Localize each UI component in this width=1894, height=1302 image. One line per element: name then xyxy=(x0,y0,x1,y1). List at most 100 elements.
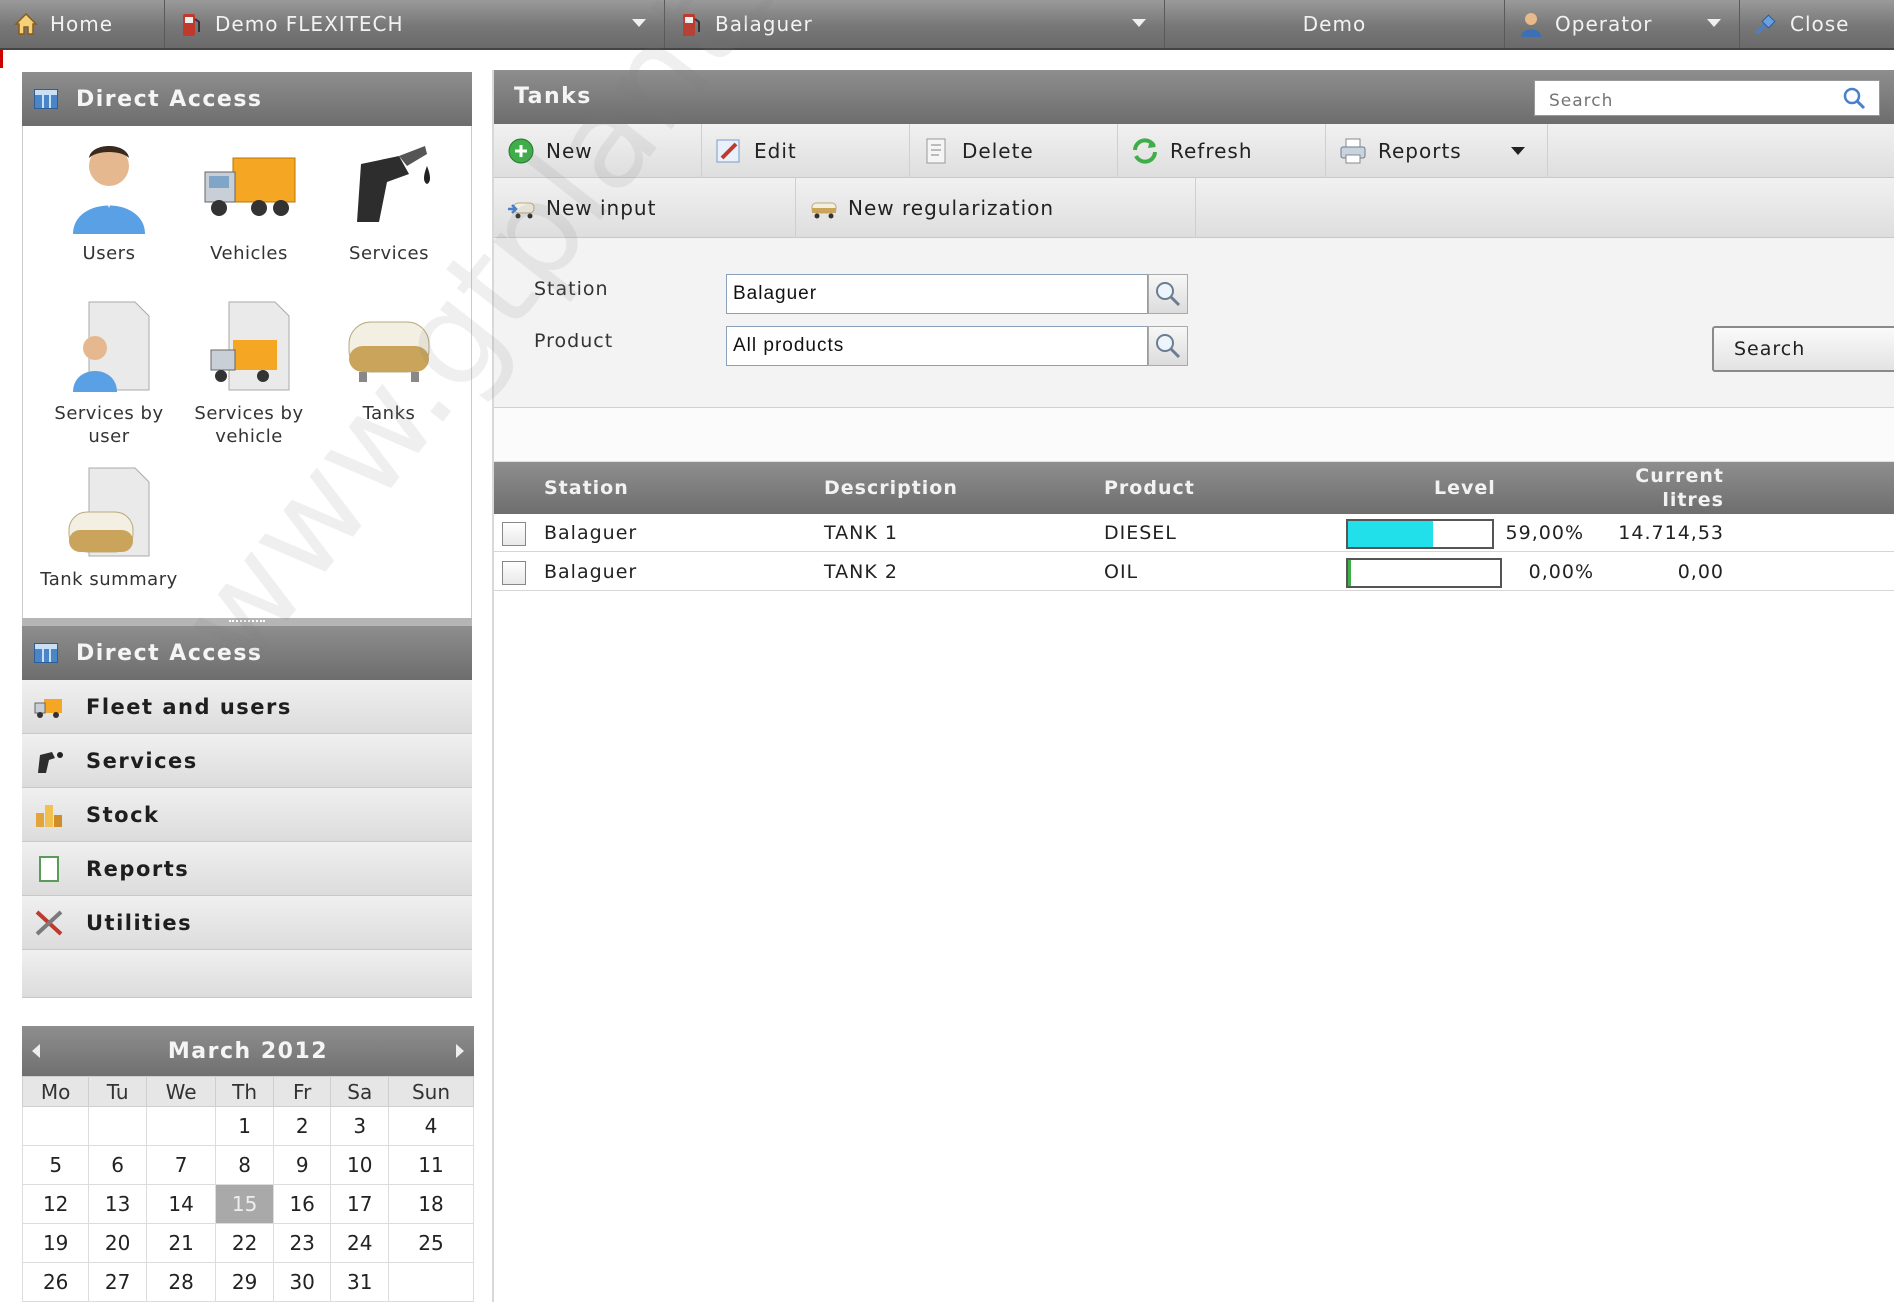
calendar-day[interactable]: 25 xyxy=(388,1223,474,1263)
menu-label: Fleet and users xyxy=(86,694,292,719)
calendar-day[interactable]: 24 xyxy=(330,1223,389,1263)
page-title: Tanks xyxy=(514,84,592,109)
column-header-description[interactable]: Description xyxy=(824,462,958,514)
shortcut-vehicles[interactable]: Vehicles xyxy=(179,136,319,265)
row-checkbox[interactable] xyxy=(502,522,526,546)
product-filter-input[interactable] xyxy=(726,326,1148,366)
shortcut-tanks[interactable]: Tanks xyxy=(319,296,459,425)
calendar-day[interactable]: 26 xyxy=(21,1262,90,1302)
new-button[interactable]: New xyxy=(494,124,702,178)
calendar-day[interactable]: 18 xyxy=(388,1184,474,1224)
panel-resize-handle[interactable] xyxy=(22,618,472,626)
edit-button[interactable]: Edit xyxy=(702,124,910,178)
menu-services[interactable]: Services xyxy=(22,734,472,788)
calendar-day[interactable]: 30 xyxy=(272,1262,332,1302)
shortcut-users[interactable]: Users xyxy=(39,136,179,265)
calendar-day[interactable]: 22 xyxy=(215,1223,274,1263)
station-filter-input[interactable] xyxy=(726,274,1148,314)
calendar-week-row: 12 13 14 15 16 17 18 xyxy=(21,1184,474,1224)
fuel-nozzle-icon xyxy=(34,747,64,775)
search-button[interactable]: Search xyxy=(1712,326,1894,372)
tanks-header: Tanks xyxy=(494,70,1894,124)
role-selector[interactable]: Operator xyxy=(1505,0,1740,48)
previous-month-icon[interactable] xyxy=(32,1044,40,1058)
chevron-down-icon[interactable] xyxy=(632,19,646,27)
calendar-day[interactable]: 21 xyxy=(145,1223,217,1263)
grid-icon xyxy=(34,89,58,109)
calendar-day[interactable]: 14 xyxy=(145,1184,217,1224)
column-header-level[interactable]: Level xyxy=(1434,462,1496,514)
menu-reports[interactable]: Reports xyxy=(22,842,472,896)
shortcut-services-by-user[interactable]: Services by user xyxy=(39,296,179,448)
calendar-day[interactable]: 1 xyxy=(215,1106,274,1146)
fuel-pump-icon xyxy=(177,10,205,38)
column-header-station[interactable]: Station xyxy=(544,462,629,514)
next-month-icon[interactable] xyxy=(456,1044,464,1058)
menu-utilities[interactable]: Utilities xyxy=(22,896,472,950)
shortcut-tank-summary[interactable]: Tank summary xyxy=(39,462,179,591)
calendar-day[interactable]: 11 xyxy=(388,1145,474,1185)
calendar-day[interactable]: 29 xyxy=(215,1262,274,1302)
station-selector[interactable]: Balaguer xyxy=(665,0,1165,48)
reports-button[interactable]: Reports xyxy=(1326,124,1548,178)
company-selector[interactable]: Demo FLEXITECH xyxy=(165,0,665,48)
shortcut-services[interactable]: Services xyxy=(319,136,459,265)
calendar-day[interactable]: 7 xyxy=(145,1145,217,1185)
tanker-in-icon xyxy=(506,193,536,223)
row-checkbox[interactable] xyxy=(502,561,526,585)
chevron-down-icon[interactable] xyxy=(1132,19,1146,27)
search-icon[interactable] xyxy=(1842,86,1866,114)
delete-button[interactable]: Delete xyxy=(910,124,1118,178)
action-toolbar: New Edit Delete Refresh Reports xyxy=(494,124,1894,178)
calendar-header: March 2012 xyxy=(22,1026,474,1076)
calendar-day[interactable]: 19 xyxy=(21,1223,90,1263)
grid-icon xyxy=(34,643,58,663)
calendar-day[interactable]: 5 xyxy=(21,1145,90,1185)
close-button[interactable]: Close xyxy=(1740,0,1894,48)
new-regularization-button[interactable]: New regularization xyxy=(796,178,1196,238)
calendar-day[interactable]: 3 xyxy=(330,1106,389,1146)
chevron-down-icon[interactable] xyxy=(1511,147,1525,155)
calendar-day[interactable]: 9 xyxy=(272,1145,332,1185)
calendar-empty-cell xyxy=(88,1106,147,1146)
calendar-day-today[interactable]: 15 xyxy=(215,1184,274,1224)
top-navigation-bar: Home Demo FLEXITECH Balaguer Demo Operat… xyxy=(0,0,1894,50)
calendar-day[interactable]: 8 xyxy=(215,1145,274,1185)
direct-access-title: Direct Access xyxy=(76,86,263,112)
product-lookup-button[interactable] xyxy=(1148,326,1188,366)
column-header-current-litres[interactable]: Current litres xyxy=(1564,462,1724,514)
calendar-day[interactable]: 12 xyxy=(21,1184,90,1224)
calendar-day[interactable]: 13 xyxy=(88,1184,147,1224)
calendar-day[interactable]: 20 xyxy=(88,1223,147,1263)
shortcut-services-by-vehicle[interactable]: Services by vehicle xyxy=(179,296,319,448)
calendar-day[interactable]: 23 xyxy=(272,1223,332,1263)
calendar-day[interactable]: 10 xyxy=(330,1145,389,1185)
calendar-day[interactable]: 28 xyxy=(145,1262,217,1302)
column-header-product[interactable]: Product xyxy=(1104,462,1195,514)
new-input-button[interactable]: New input xyxy=(494,178,796,238)
calendar-day[interactable]: 4 xyxy=(388,1106,474,1146)
shortcut-label: Tank summary xyxy=(40,569,178,590)
tank-adjust-icon xyxy=(808,193,838,223)
stock-icon xyxy=(34,801,64,829)
refresh-button[interactable]: Refresh xyxy=(1118,124,1326,178)
menu-direct-access[interactable]: Direct Access xyxy=(22,626,472,680)
calendar-day[interactable]: 2 xyxy=(272,1106,332,1146)
menu-label: Stock xyxy=(86,802,160,827)
menu-stock[interactable]: Stock xyxy=(22,788,472,842)
chevron-down-icon[interactable] xyxy=(1707,19,1721,27)
calendar-day[interactable]: 27 xyxy=(88,1262,147,1302)
calendar-day[interactable]: 6 xyxy=(88,1145,147,1185)
calendar-day[interactable]: 16 xyxy=(272,1184,332,1224)
calendar-day[interactable]: 17 xyxy=(330,1184,389,1224)
search-input[interactable] xyxy=(1534,80,1880,116)
menu-fleet-and-users[interactable]: Fleet and users xyxy=(22,680,472,734)
truck-icon xyxy=(199,136,299,236)
table-row[interactable]: Balaguer TANK 2 OIL 0,00% 0,00 xyxy=(494,553,1894,591)
calendar-day[interactable]: 31 xyxy=(330,1262,389,1302)
truck-document-icon xyxy=(199,296,299,396)
table-row[interactable]: Balaguer TANK 1 DIESEL 59,00% 14.714,53 xyxy=(494,514,1894,552)
button-label: Delete xyxy=(962,139,1034,163)
home-button[interactable]: Home xyxy=(0,0,165,48)
station-lookup-button[interactable] xyxy=(1148,274,1188,314)
